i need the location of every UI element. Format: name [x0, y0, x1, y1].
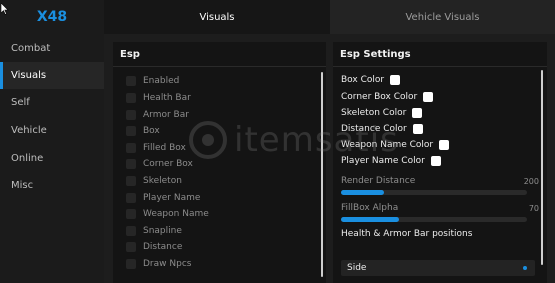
esp-settings-panel: Esp Settings Box Color Corner Box Color …	[333, 42, 547, 283]
color-swatch[interactable]	[430, 156, 441, 166]
checkbox-label: Distance	[143, 242, 183, 252]
esp-scrollbar[interactable]	[321, 72, 323, 277]
dropdown-indicator-icon	[523, 266, 527, 270]
checkbox[interactable]	[126, 193, 136, 203]
esp-toggle-corner-box[interactable]: Corner Box	[126, 157, 193, 171]
esp-toggle-enabled[interactable]: Enabled	[126, 74, 179, 88]
color-swatch[interactable]	[439, 140, 450, 150]
color-swatch[interactable]	[423, 92, 434, 102]
setting-label: Box Color	[341, 75, 385, 85]
checkbox-label: Filled Box	[143, 143, 186, 153]
sidebar-item-visuals[interactable]: Visuals	[0, 62, 104, 89]
render-distance-slider[interactable]	[341, 190, 527, 195]
checkbox[interactable]	[126, 176, 136, 186]
esp-toggle-armor-bar[interactable]: Armor Bar	[126, 108, 189, 122]
dropdown-value: Side	[347, 263, 367, 273]
bar-positions-label: Health & Armor Bar positions	[341, 229, 473, 239]
render-distance-value: 200	[523, 177, 539, 186]
sidebar-item-combat[interactable]: Combat	[0, 35, 104, 62]
divider	[113, 66, 326, 67]
mouse-cursor-icon	[1, 3, 9, 15]
skeleton-color-row: Skeleton Color	[341, 106, 423, 120]
watermark-logo-icon	[189, 121, 227, 159]
corner-box-color-row: Corner Box Color	[341, 90, 434, 104]
watermark-text: itemsatis	[234, 120, 399, 160]
checkbox[interactable]	[126, 159, 136, 169]
checkbox[interactable]	[126, 143, 136, 153]
esp-toggle-snapline[interactable]: Snapline	[126, 224, 182, 238]
slider-fill	[341, 217, 399, 222]
brand-title: X48	[36, 9, 68, 25]
checkbox[interactable]	[126, 209, 136, 219]
slider-fill	[341, 190, 384, 195]
checkbox-label: Snapline	[143, 226, 182, 236]
divider	[333, 66, 547, 67]
checkbox[interactable]	[126, 76, 136, 86]
fillbox-alpha-value: 70	[528, 204, 539, 213]
esp-toggle-box[interactable]: Box	[126, 124, 160, 138]
sidebar-item-label: Online	[11, 153, 44, 164]
sidebar-item-self[interactable]: Self	[0, 89, 104, 116]
color-swatch[interactable]	[390, 75, 401, 85]
setting-label: Skeleton Color	[341, 108, 407, 118]
tab-visuals[interactable]: Visuals	[104, 0, 330, 34]
esp-toggle-player-name[interactable]: Player Name	[126, 191, 200, 205]
panel-title: Esp Settings	[340, 49, 411, 60]
checkbox-label: Health Bar	[143, 93, 191, 103]
checkbox[interactable]	[126, 259, 136, 269]
esp-toggle-weapon-name[interactable]: Weapon Name	[126, 207, 209, 221]
color-swatch[interactable]	[412, 108, 423, 118]
sidebar-item-online[interactable]: Online	[0, 145, 104, 172]
checkbox-label: Skeleton	[143, 176, 182, 186]
esp-panel: Esp Enabled Health Bar Armor Bar Box Fil…	[113, 42, 326, 283]
checkbox[interactable]	[126, 242, 136, 252]
panel-title: Esp	[120, 49, 140, 60]
sidebar-item-label: Combat	[11, 43, 51, 54]
watermark: itemsatis	[188, 120, 399, 160]
render-distance-label: Render Distance	[341, 176, 416, 186]
checkbox-label: Box	[143, 126, 160, 136]
sidebar-item-label: Misc	[11, 180, 34, 191]
checkbox[interactable]	[126, 93, 136, 103]
checkbox[interactable]	[126, 126, 136, 136]
checkbox-label: Enabled	[143, 76, 180, 86]
sidebar-item-label: Self	[11, 97, 30, 108]
sidebar-item-label: Vehicle	[11, 125, 47, 136]
esp-toggle-skeleton[interactable]: Skeleton	[126, 174, 182, 188]
sidebar-item-label: Visuals	[11, 70, 47, 81]
checkbox-label: Draw Npcs	[143, 259, 192, 269]
esp-toggle-filled-box[interactable]: Filled Box	[126, 141, 186, 155]
setting-label: Corner Box Color	[341, 92, 418, 102]
tab-vehicle-visuals[interactable]: Vehicle Visuals	[330, 0, 555, 34]
fillbox-alpha-label: FillBox Alpha	[341, 203, 399, 213]
sidebar: X48 Combat Visuals Self Vehicle Online M…	[0, 0, 104, 283]
checkbox-label: Armor Bar	[143, 110, 189, 120]
fillbox-alpha-slider[interactable]	[341, 217, 527, 222]
checkbox[interactable]	[126, 226, 136, 236]
bar-position-dropdown[interactable]: Side	[341, 260, 535, 276]
checkbox[interactable]	[126, 110, 136, 120]
checkbox-label: Corner Box	[143, 159, 193, 169]
color-swatch[interactable]	[412, 124, 423, 134]
sidebar-item-vehicle[interactable]: Vehicle	[0, 117, 104, 144]
esp-toggle-health-bar[interactable]: Health Bar	[126, 91, 191, 105]
checkbox-label: Weapon Name	[143, 209, 209, 219]
tab-bar: Visuals Vehicle Visuals	[104, 0, 555, 34]
esp-toggle-distance[interactable]: Distance	[126, 240, 182, 254]
box-color-row: Box Color	[341, 73, 401, 87]
settings-scrollbar[interactable]	[541, 70, 543, 265]
checkbox-label: Player Name	[143, 193, 201, 203]
esp-toggle-draw-npcs[interactable]: Draw Npcs	[126, 257, 191, 271]
sidebar-item-misc[interactable]: Misc	[0, 172, 104, 199]
